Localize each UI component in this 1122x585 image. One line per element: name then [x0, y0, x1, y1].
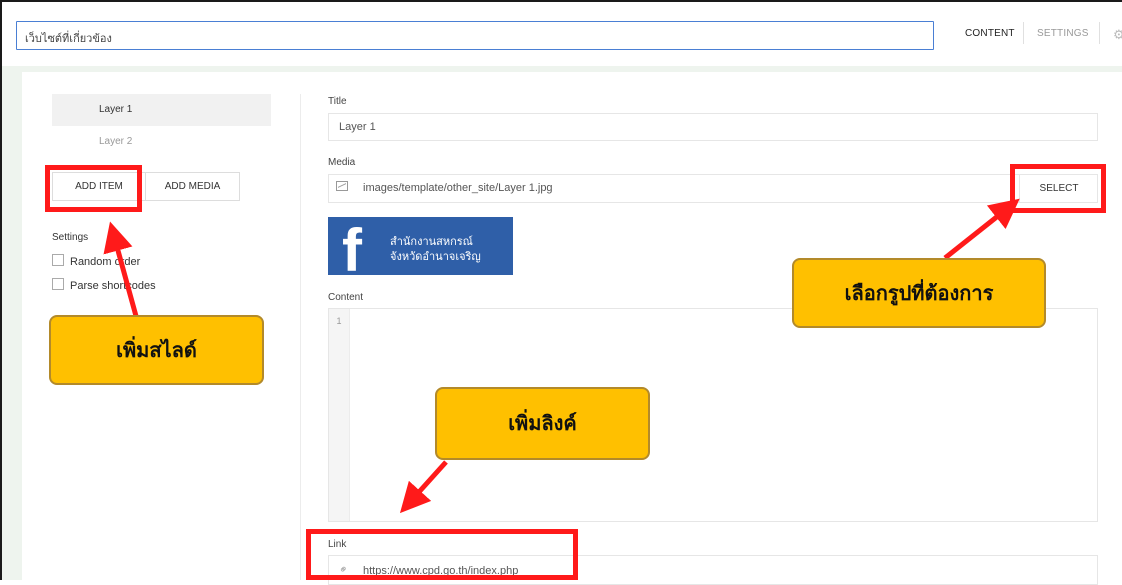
media-label: Media — [328, 157, 356, 168]
content-label: Content — [328, 292, 364, 303]
sidebar-item-layer-2[interactable]: Layer 2 — [52, 126, 271, 158]
checkbox-box[interactable] — [52, 278, 64, 290]
callout-add-slide: เพิ่มสไลด์ — [49, 315, 264, 385]
callout-add-link: เพิ่มลิงค์ — [435, 387, 650, 460]
highlight-link — [306, 529, 578, 580]
sidebar-item-layer-1[interactable]: Layer 1 — [52, 94, 271, 126]
callout-choose-image: เลือกรูปที่ต้องการ — [792, 258, 1046, 328]
line-number: 1 — [336, 316, 342, 326]
layer-title-input[interactable]: Layer 1 — [328, 113, 1098, 141]
thumbnail-text-line-2: จังหวัดอำนาจเจริญ — [390, 251, 481, 263]
checkbox-label: Parse shortcodes — [70, 280, 156, 292]
tab-content[interactable]: CONTENT — [965, 28, 1015, 39]
random-order-checkbox[interactable]: Random order — [52, 254, 140, 268]
checkbox-label: Random order — [70, 256, 141, 268]
line-number-gutter: 1 — [329, 309, 350, 521]
add-media-button[interactable]: ADD MEDIA — [146, 172, 240, 201]
highlight-add-item — [45, 165, 142, 212]
gear-icon[interactable]: ⚙ — [1113, 27, 1122, 43]
tab-divider — [1023, 22, 1024, 44]
tab-settings[interactable]: SETTINGS — [1037, 28, 1089, 39]
title-input[interactable]: เว็บไซต์ที่เกี่ยวข้อง — [16, 21, 934, 50]
title-label: Title — [328, 96, 347, 107]
facebook-icon: f — [342, 217, 362, 276]
top-bar: เว็บไซต์ที่เกี่ยวข้อง — [2, 2, 1122, 67]
settings-heading: Settings — [52, 232, 89, 243]
checkbox-box[interactable] — [52, 254, 64, 266]
media-path-input[interactable]: images/template/other_site/Layer 1.jpg — [328, 174, 1098, 203]
parse-shortcodes-checkbox[interactable]: Parse shortcodes — [52, 278, 156, 292]
tab-divider — [1099, 22, 1100, 44]
media-thumbnail: f สำนักงานสหกรณ์ จังหวัดอำนาจเจริญ — [328, 217, 513, 275]
column-divider — [300, 94, 301, 580]
image-icon — [336, 181, 348, 191]
highlight-select — [1010, 164, 1106, 213]
